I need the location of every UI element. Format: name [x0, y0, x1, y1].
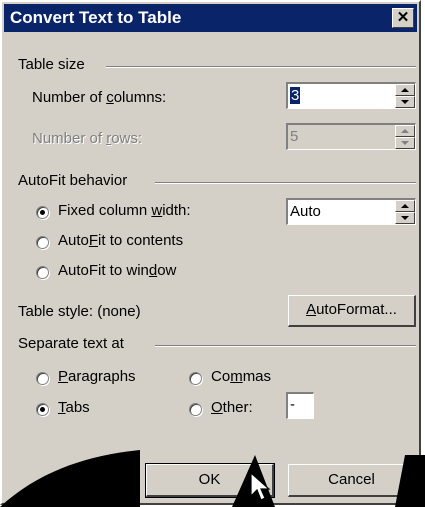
arrow-down-icon: [401, 100, 409, 104]
columns-spinner[interactable]: 3: [286, 82, 416, 109]
close-button[interactable]: ✕: [392, 8, 414, 28]
autofit-window-radio[interactable]: [36, 266, 49, 279]
tabs-radio[interactable]: [36, 403, 49, 416]
other-label[interactable]: Other:: [211, 399, 253, 416]
close-icon: ✕: [396, 9, 410, 26]
rows-spinner[interactable]: 5: [286, 123, 416, 150]
columns-up-arrow[interactable]: [395, 84, 415, 96]
fixed-width-value[interactable]: Auto: [290, 203, 321, 220]
columns-label: Number of columns:: [32, 89, 167, 106]
arrow-down-icon: [401, 216, 409, 220]
columns-value[interactable]: 3: [290, 87, 301, 104]
autofit-contents-label[interactable]: AutoFit to contents: [58, 232, 183, 249]
width-up-arrow[interactable]: [395, 200, 415, 212]
autoformat-button[interactable]: AutoFormat...: [288, 295, 416, 327]
title-bar: Convert Text to Table ✕: [4, 4, 417, 32]
table-size-group-label: Table size: [18, 56, 85, 73]
paragraphs-label[interactable]: Paragraphs: [58, 368, 136, 385]
arrow-up-icon: [401, 129, 409, 133]
separate-group-label: Separate text at: [18, 335, 124, 352]
columns-down-arrow[interactable]: [395, 96, 415, 108]
fixed-width-label[interactable]: Fixed column width:: [58, 202, 191, 219]
commas-radio[interactable]: [189, 372, 202, 385]
fixed-width-spinner[interactable]: Auto: [286, 198, 416, 225]
convert-text-dialog: Convert Text to Table ✕ Table size Numbe…: [0, 0, 421, 505]
commas-label[interactable]: Commas: [211, 368, 271, 385]
paragraphs-radio[interactable]: [36, 372, 49, 385]
cancel-button[interactable]: Cancel: [288, 464, 416, 497]
arrow-up-icon: [401, 204, 409, 208]
other-radio[interactable]: [189, 403, 202, 416]
autofit-group-label: AutoFit behavior: [18, 172, 128, 189]
fixed-width-radio[interactable]: [36, 206, 49, 219]
table-style-label: Table style: (none): [18, 303, 141, 320]
autofit-contents-radio[interactable]: [36, 236, 49, 249]
mouse-pointer-icon: [250, 472, 271, 501]
tabs-label[interactable]: Tabs: [58, 399, 90, 416]
table-size-divider: [106, 66, 416, 68]
autofit-divider: [155, 182, 416, 184]
rows-down-arrow[interactable]: [395, 137, 415, 149]
autofit-window-label[interactable]: AutoFit to window: [58, 262, 176, 279]
other-separator-field[interactable]: -: [286, 392, 314, 419]
rows-value: 5: [290, 128, 299, 145]
separate-divider: [155, 345, 416, 347]
rows-label: Number of rows:: [32, 130, 143, 147]
arrow-down-icon: [401, 141, 409, 145]
arrow-up-icon: [401, 88, 409, 92]
rows-up-arrow[interactable]: [395, 125, 415, 137]
width-down-arrow[interactable]: [395, 212, 415, 224]
dialog-title: Convert Text to Table: [10, 8, 182, 27]
